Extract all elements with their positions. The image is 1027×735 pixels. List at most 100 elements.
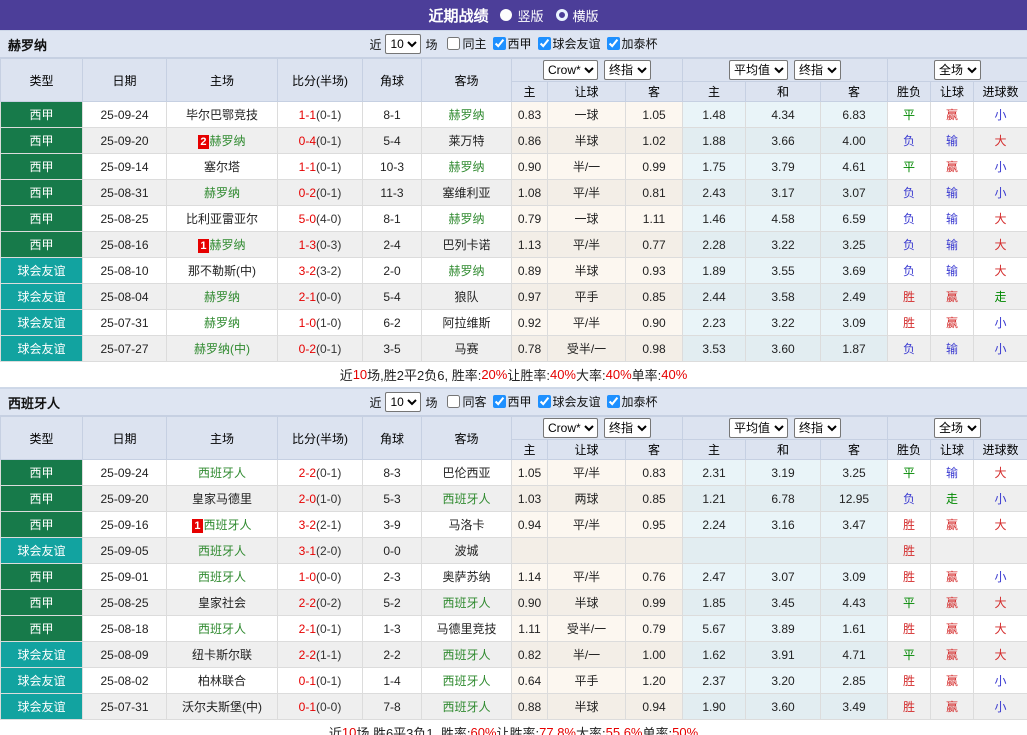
checkbox-input[interactable] xyxy=(493,395,506,408)
team-link[interactable]: 赫罗纳 xyxy=(448,264,484,278)
home-team-cell[interactable]: 比利亚雷亚尔 xyxy=(167,206,278,232)
away-team-cell[interactable]: 西班牙人 xyxy=(422,694,512,720)
away-team-cell[interactable]: 塞维利亚 xyxy=(422,180,512,206)
team-link[interactable]: 马洛卡 xyxy=(448,518,484,532)
home-team-cell[interactable]: 柏林联合 xyxy=(167,668,278,694)
team-link[interactable]: 西班牙人 xyxy=(442,700,490,714)
filter-checkbox[interactable]: 西甲 xyxy=(487,35,532,52)
home-team-cell[interactable]: 赫罗纳 xyxy=(167,180,278,206)
filter-checkbox[interactable]: 同主 xyxy=(441,35,486,52)
home-team-cell[interactable]: 西班牙人 xyxy=(167,460,278,486)
home-team-cell[interactable]: 赫罗纳(中) xyxy=(167,336,278,362)
home-team-cell[interactable]: 塞尔塔 xyxy=(167,154,278,180)
home-team-cell[interactable]: 赫罗纳 xyxy=(167,310,278,336)
team-link[interactable]: 赫罗纳 xyxy=(204,316,240,330)
checkbox-input[interactable] xyxy=(607,395,620,408)
home-team-cell[interactable]: 皇家社会 xyxy=(167,590,278,616)
team-link[interactable]: 西班牙人 xyxy=(198,466,246,480)
home-team-cell[interactable]: 皇家马德里 xyxy=(167,486,278,512)
team-link[interactable]: 比利亚雷亚尔 xyxy=(186,212,258,226)
filter-checkbox[interactable]: 球会友谊 xyxy=(532,393,601,410)
away-team-cell[interactable]: 西班牙人 xyxy=(422,668,512,694)
average-time-select[interactable]: 终指 xyxy=(794,60,841,80)
team-link[interactable]: 西班牙人 xyxy=(198,570,246,584)
team-link[interactable]: 沃尔夫斯堡(中) xyxy=(182,700,262,714)
team-link[interactable]: 那不勒斯(中) xyxy=(188,264,256,278)
team-link[interactable]: 莱万特 xyxy=(448,134,484,148)
away-team-cell[interactable]: 狼队 xyxy=(422,284,512,310)
team-link[interactable]: 狼队 xyxy=(454,290,478,304)
away-team-cell[interactable]: 赫罗纳 xyxy=(422,258,512,284)
team-link[interactable]: 西班牙人 xyxy=(204,518,252,532)
match-count-select[interactable]: 10 xyxy=(385,34,421,54)
average-select[interactable]: 平均值 xyxy=(729,418,788,438)
home-team-cell[interactable]: 1西班牙人 xyxy=(167,512,278,538)
away-team-cell[interactable]: 巴列卡诺 xyxy=(422,232,512,258)
team-link[interactable]: 赫罗纳 xyxy=(204,186,240,200)
team-link[interactable]: 赫罗纳 xyxy=(448,108,484,122)
home-team-cell[interactable]: 毕尔巴鄂竞技 xyxy=(167,102,278,128)
away-team-cell[interactable]: 赫罗纳 xyxy=(422,154,512,180)
home-team-cell[interactable]: 沃尔夫斯堡(中) xyxy=(167,694,278,720)
team-link[interactable]: 马赛 xyxy=(454,342,478,356)
away-team-cell[interactable]: 赫罗纳 xyxy=(422,206,512,232)
away-team-cell[interactable]: 赫罗纳 xyxy=(422,102,512,128)
average-select[interactable]: 平均值 xyxy=(729,60,788,80)
home-team-cell[interactable]: 纽卡斯尔联 xyxy=(167,642,278,668)
odds-time-select[interactable]: 终指 xyxy=(604,60,651,80)
match-count-select[interactable]: 10 xyxy=(385,392,421,412)
team-link[interactable]: 巴列卡诺 xyxy=(442,238,490,252)
away-team-cell[interactable]: 西班牙人 xyxy=(422,590,512,616)
checkbox-input[interactable] xyxy=(607,37,620,50)
checkbox-input[interactable] xyxy=(447,395,460,408)
filter-checkbox[interactable]: 西甲 xyxy=(487,393,532,410)
team-link[interactable]: 赫罗纳 xyxy=(210,238,246,252)
team-link[interactable]: 奥萨苏纳 xyxy=(442,570,490,584)
filter-checkbox[interactable]: 同客 xyxy=(441,393,486,410)
away-team-cell[interactable]: 莱万特 xyxy=(422,128,512,154)
home-team-cell[interactable]: 西班牙人 xyxy=(167,616,278,642)
away-team-cell[interactable]: 西班牙人 xyxy=(422,486,512,512)
team-link[interactable]: 塞维利亚 xyxy=(442,186,490,200)
away-team-cell[interactable]: 巴伦西亚 xyxy=(422,460,512,486)
team-link[interactable]: 赫罗纳 xyxy=(448,212,484,226)
checkbox-input[interactable] xyxy=(447,37,460,50)
away-team-cell[interactable]: 马洛卡 xyxy=(422,512,512,538)
average-time-select[interactable]: 终指 xyxy=(794,418,841,438)
away-team-cell[interactable]: 马赛 xyxy=(422,336,512,362)
home-team-cell[interactable]: 赫罗纳 xyxy=(167,284,278,310)
team-link[interactable]: 赫罗纳 xyxy=(204,290,240,304)
team-link[interactable]: 阿拉维斯 xyxy=(442,316,490,330)
filter-checkbox[interactable]: 加泰杯 xyxy=(601,393,658,410)
team-link[interactable]: 毕尔巴鄂竞技 xyxy=(186,108,258,122)
home-team-cell[interactable]: 2赫罗纳 xyxy=(167,128,278,154)
checkbox-input[interactable] xyxy=(538,37,551,50)
team-link[interactable]: 塞尔塔 xyxy=(204,160,240,174)
team-link[interactable]: 马德里竞技 xyxy=(436,622,496,636)
home-team-cell[interactable]: 西班牙人 xyxy=(167,538,278,564)
team-link[interactable]: 西班牙人 xyxy=(442,596,490,610)
team-link[interactable]: 赫罗纳 xyxy=(210,134,246,148)
team-link[interactable]: 西班牙人 xyxy=(442,492,490,506)
scope-select[interactable]: 全场 xyxy=(934,60,981,80)
odds-time-select[interactable]: 终指 xyxy=(604,418,651,438)
team-link[interactable]: 柏林联合 xyxy=(198,674,246,688)
scope-select[interactable]: 全场 xyxy=(934,418,981,438)
team-link[interactable]: 皇家马德里 xyxy=(192,492,252,506)
home-team-cell[interactable]: 西班牙人 xyxy=(167,564,278,590)
filter-checkbox[interactable]: 加泰杯 xyxy=(601,35,658,52)
away-team-cell[interactable]: 西班牙人 xyxy=(422,642,512,668)
checkbox-input[interactable] xyxy=(493,37,506,50)
team-link[interactable]: 西班牙人 xyxy=(198,622,246,636)
radio-horizontal-layout[interactable]: 横版 xyxy=(556,6,599,25)
team-link[interactable]: 波城 xyxy=(454,544,478,558)
radio-vertical-layout[interactable]: 竖版 xyxy=(500,6,543,25)
team-link[interactable]: 赫罗纳(中) xyxy=(194,342,250,356)
home-team-cell[interactable]: 1赫罗纳 xyxy=(167,232,278,258)
filter-checkbox[interactable]: 球会友谊 xyxy=(532,35,601,52)
team-link[interactable]: 西班牙人 xyxy=(442,648,490,662)
team-link[interactable]: 西班牙人 xyxy=(198,544,246,558)
checkbox-input[interactable] xyxy=(538,395,551,408)
bookmaker-select[interactable]: Crow* xyxy=(543,60,598,80)
away-team-cell[interactable]: 阿拉维斯 xyxy=(422,310,512,336)
